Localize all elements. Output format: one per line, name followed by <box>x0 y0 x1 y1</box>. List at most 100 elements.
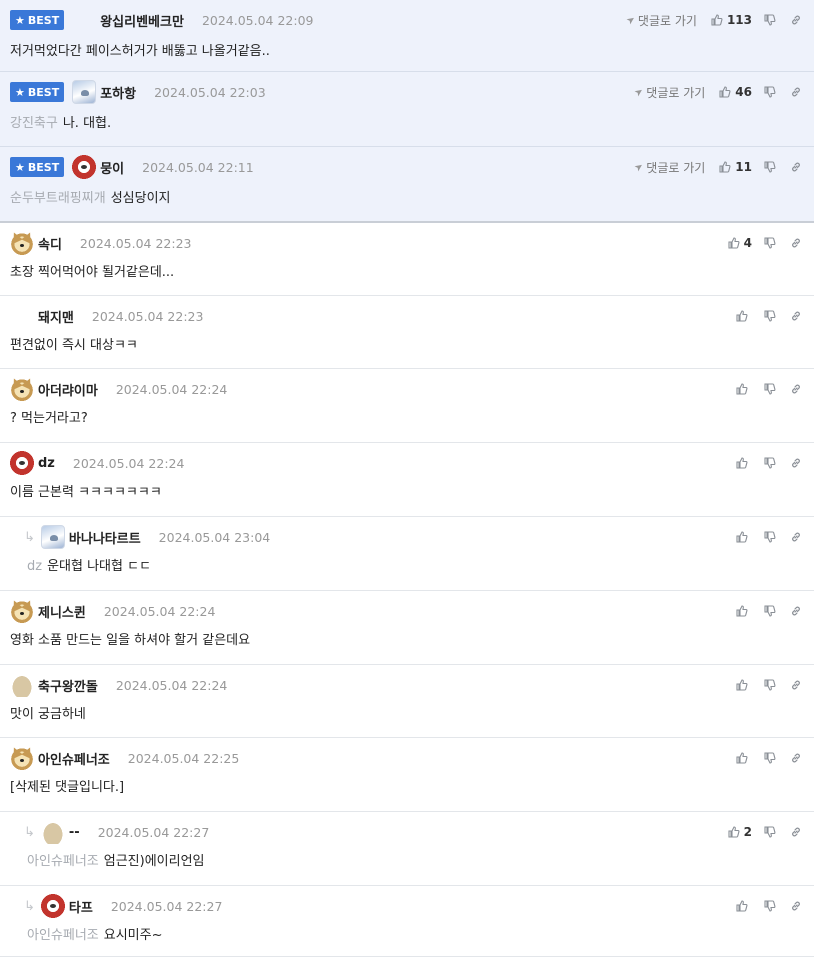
comment-body: 강진축구 나. 대협. <box>10 112 111 131</box>
link-icon[interactable] <box>790 457 802 469</box>
like-button[interactable] <box>722 531 752 543</box>
link-icon[interactable] <box>790 605 802 617</box>
comment-item: 축구왕깐돌 2024.05.04 22:24 맛이 궁금하네 <box>0 665 814 738</box>
avatar[interactable] <box>10 746 34 770</box>
like-button[interactable] <box>722 679 752 691</box>
reply-target: 아인슈페너조 <box>27 928 99 943</box>
like-button[interactable]: 11 <box>719 160 752 174</box>
comment-body: 초장 찍어먹어야 될거같은데... <box>10 261 174 280</box>
reply-comment: ↳ 바나나타르트 2024.05.04 23:04 dz 운대협 나대협 ㄷㄷ <box>0 517 814 591</box>
author-nickname[interactable]: 바나나타르트 <box>69 528 141 547</box>
author-nickname[interactable]: 포하항 <box>100 83 136 102</box>
comment-actions <box>722 379 802 399</box>
like-button[interactable] <box>722 900 752 912</box>
comment-header: 아인슈페너조 2024.05.04 22:25 <box>10 746 239 770</box>
like-count: 4 <box>743 236 752 250</box>
like-button[interactable]: 2 <box>722 825 752 839</box>
comment-item: 돼지맨 2024.05.04 22:23 편견없이 즉시 대상ㅋㅋ <box>0 296 814 369</box>
comment-text: 이름 근본력 ㅋㅋㅋㅋㅋㅋㅋ <box>10 485 162 500</box>
comment-text: 엄근진)에이리언임 <box>103 854 205 869</box>
link-icon[interactable] <box>790 86 802 98</box>
comment-actions <box>722 896 802 916</box>
avatar[interactable] <box>10 231 34 255</box>
link-icon[interactable] <box>790 826 802 838</box>
comment-body: 아인슈페너조 엄근진)에이리언임 <box>27 850 205 869</box>
avatar[interactable] <box>40 820 65 844</box>
goto-comment-link[interactable]: ➤ 댓글로 가기 <box>624 12 697 29</box>
like-button[interactable]: 4 <box>722 236 752 250</box>
thumbs-down-icon[interactable] <box>764 531 776 543</box>
thumbs-up-icon <box>736 310 748 322</box>
comment-time: 2024.05.04 22:27 <box>97 824 210 840</box>
avatar[interactable] <box>40 525 65 549</box>
author-nickname[interactable]: 왕십리벤베크만 <box>100 11 184 30</box>
author-nickname[interactable]: 뭉이 <box>100 158 124 177</box>
thumbs-down-icon[interactable] <box>764 86 776 98</box>
thumbs-down-icon[interactable] <box>764 457 776 469</box>
avatar[interactable] <box>72 155 97 179</box>
comment-header: 돼지맨 2024.05.04 22:23 <box>10 304 203 328</box>
avatar[interactable] <box>10 599 34 623</box>
thumbs-up-icon <box>736 900 748 912</box>
author-nickname[interactable]: dz <box>38 456 55 471</box>
like-button[interactable] <box>722 605 752 617</box>
thumbs-down-icon[interactable] <box>764 310 776 322</box>
comment-actions <box>722 453 802 473</box>
comment-actions: ➤ 댓글로 가기 11 <box>632 157 802 177</box>
like-count: 2 <box>743 825 752 839</box>
thumbs-down-icon[interactable] <box>764 237 776 249</box>
link-icon[interactable] <box>790 383 802 395</box>
goto-comment-link[interactable]: ➤ 댓글로 가기 <box>632 159 705 176</box>
link-icon[interactable] <box>790 752 802 764</box>
thumbs-down-icon[interactable] <box>764 900 776 912</box>
like-button[interactable] <box>722 383 752 395</box>
link-icon[interactable] <box>790 679 802 691</box>
author-nickname[interactable]: 속디 <box>38 234 62 253</box>
thumbs-down-icon[interactable] <box>764 14 776 26</box>
author-nickname[interactable]: -- <box>69 825 80 840</box>
author-nickname[interactable]: 타프 <box>69 897 93 916</box>
thumbs-down-icon[interactable] <box>764 161 776 173</box>
link-icon[interactable] <box>790 900 802 912</box>
comment-header: 속디 2024.05.04 22:23 <box>10 231 192 255</box>
author-nickname[interactable]: 아더랴이마 <box>38 380 98 399</box>
comment-header: ★ BEST 왕십리벤베크만 2024.05.04 22:09 <box>10 8 314 32</box>
thumbs-down-icon[interactable] <box>764 383 776 395</box>
like-button[interactable] <box>722 310 752 322</box>
avatar[interactable] <box>10 377 34 401</box>
like-count: 46 <box>735 85 752 99</box>
link-icon[interactable] <box>790 14 802 26</box>
reply-target: 아인슈페너조 <box>27 854 99 869</box>
comment-actions: 2 <box>722 822 802 842</box>
avatar[interactable] <box>72 8 96 32</box>
link-icon[interactable] <box>790 310 802 322</box>
avatar[interactable] <box>10 673 34 697</box>
avatar[interactable] <box>72 80 97 104</box>
author-nickname[interactable]: 축구왕깐돌 <box>38 676 98 695</box>
author-nickname[interactable]: 돼지맨 <box>38 307 74 326</box>
avatar[interactable] <box>10 304 34 328</box>
comment-body: 저거먹었다간 페이스허거가 배뚫고 나올거같음.. <box>10 40 270 59</box>
like-button[interactable]: 113 <box>711 13 752 27</box>
link-icon[interactable] <box>790 161 802 173</box>
like-button[interactable]: 46 <box>719 85 752 99</box>
thumbs-up-icon <box>736 605 748 617</box>
comment-header: dz 2024.05.04 22:24 <box>10 451 184 475</box>
link-icon[interactable] <box>790 531 802 543</box>
comment-header: 제니스퀸 2024.05.04 22:24 <box>10 599 215 623</box>
thumbs-down-icon[interactable] <box>764 752 776 764</box>
author-nickname[interactable]: 제니스퀸 <box>38 602 86 621</box>
thumbs-down-icon[interactable] <box>764 605 776 617</box>
like-button[interactable] <box>722 752 752 764</box>
thumbs-down-icon[interactable] <box>764 826 776 838</box>
reply-arrow-icon: ↳ <box>24 529 35 545</box>
goto-comment-link[interactable]: ➤ 댓글로 가기 <box>632 84 705 101</box>
thumbs-down-icon[interactable] <box>764 679 776 691</box>
comment-header: ★ BEST 뭉이 2024.05.04 22:11 <box>10 155 254 179</box>
like-button[interactable] <box>722 457 752 469</box>
avatar[interactable] <box>10 451 34 475</box>
avatar[interactable] <box>40 894 65 918</box>
arrow-icon: ➤ <box>624 13 638 27</box>
author-nickname[interactable]: 아인슈페너조 <box>38 749 110 768</box>
link-icon[interactable] <box>790 237 802 249</box>
